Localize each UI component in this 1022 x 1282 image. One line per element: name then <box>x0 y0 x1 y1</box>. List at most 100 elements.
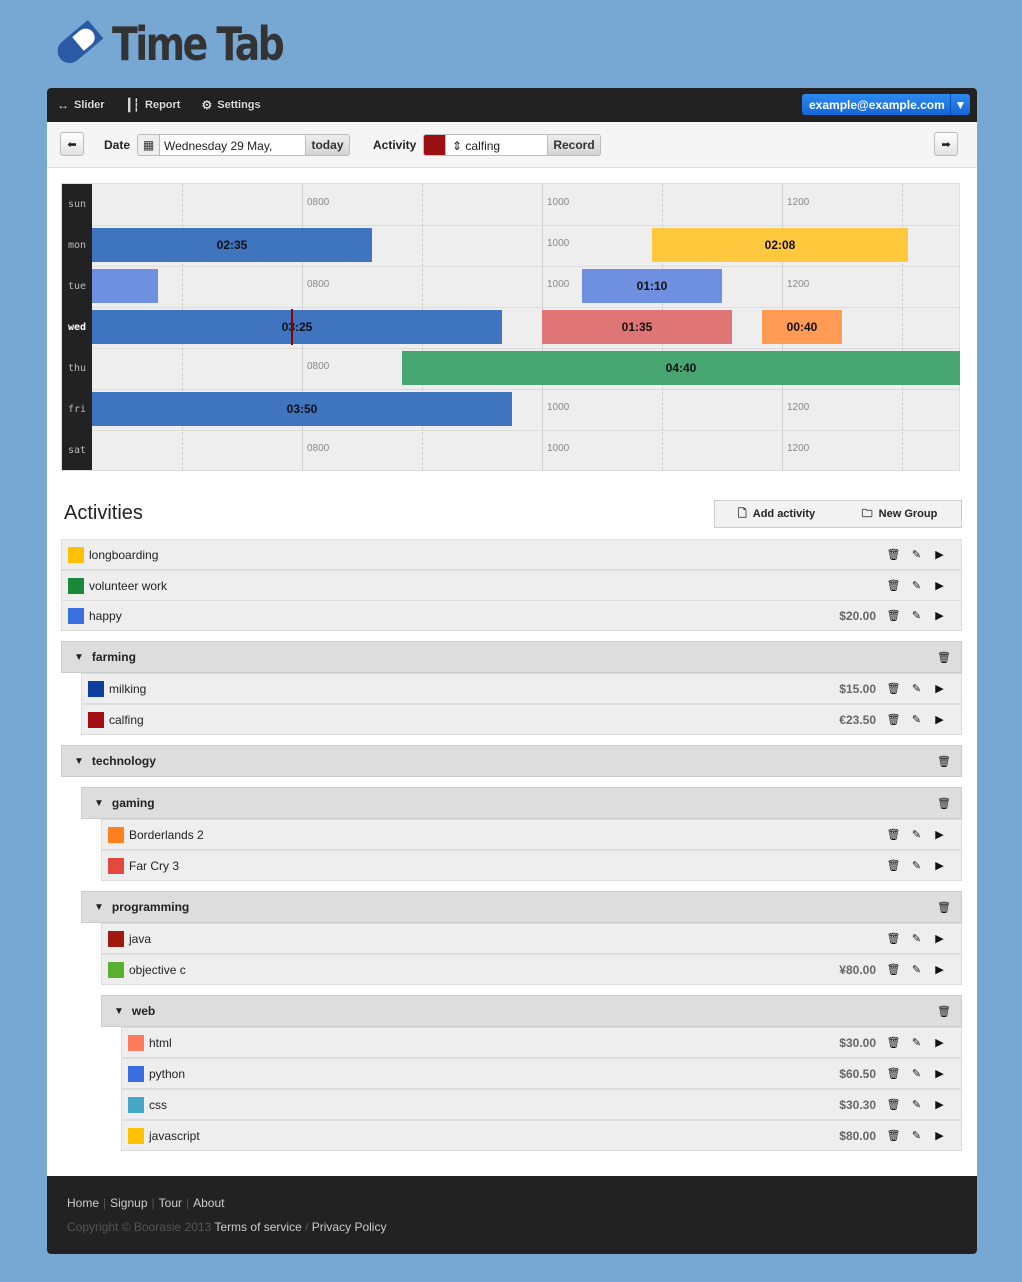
activity-group-gaming[interactable]: ▼ gaming 🗑 <box>81 787 962 819</box>
activity-color-swatch[interactable] <box>68 577 84 594</box>
footer-link-home[interactable]: Home <box>67 1196 99 1210</box>
play-icon[interactable]: ▶ <box>928 713 951 726</box>
terms-link[interactable]: Terms of service <box>214 1220 301 1234</box>
activity-color-swatch[interactable] <box>128 1096 144 1113</box>
play-icon[interactable]: ▶ <box>928 1036 951 1049</box>
trash-icon[interactable]: 🗑 <box>882 548 905 561</box>
next-week-button[interactable]: ➡ <box>934 132 958 156</box>
calendar-icon[interactable]: ▦ <box>138 135 160 155</box>
activity-item-calfing[interactable]: calfing €23.50 🗑 ✎ ▶ <box>81 704 962 735</box>
pencil-icon[interactable]: ✎ <box>905 609 928 622</box>
activity-color-swatch[interactable] <box>108 930 124 947</box>
trash-icon[interactable]: 🗑 <box>882 1036 905 1049</box>
today-button[interactable]: today <box>305 135 349 155</box>
trash-icon[interactable]: 🗑 <box>937 797 951 810</box>
activity-color-swatch[interactable] <box>68 607 84 624</box>
activity-group-programming[interactable]: ▼ programming 🗑 <box>81 891 962 923</box>
collapse-triangle-icon[interactable]: ▼ <box>74 756 84 767</box>
trash-icon[interactable]: 🗑 <box>882 963 905 976</box>
time-entry-bar[interactable]: 02:08 <box>652 228 908 262</box>
privacy-link[interactable]: Privacy Policy <box>312 1220 387 1234</box>
play-icon[interactable]: ▶ <box>928 1098 951 1111</box>
trash-icon[interactable]: 🗑 <box>882 828 905 841</box>
trash-icon[interactable]: 🗑 <box>882 1098 905 1111</box>
trash-icon[interactable]: 🗑 <box>882 859 905 872</box>
play-icon[interactable]: ▶ <box>928 609 951 622</box>
play-icon[interactable]: ▶ <box>928 932 951 945</box>
activity-color-swatch[interactable] <box>108 826 124 843</box>
activity-item-volunteer[interactable]: volunteer work 🗑 ✎ ▶ <box>61 570 962 601</box>
nav-settings[interactable]: ⚙ Settings <box>201 98 260 112</box>
activity-item-javascript[interactable]: javascript $80.00 🗑 ✎ ▶ <box>121 1120 962 1151</box>
activity-item-python[interactable]: python $60.50 🗑 ✎ ▶ <box>121 1058 962 1089</box>
play-icon[interactable]: ▶ <box>928 1129 951 1142</box>
trash-icon[interactable]: 🗑 <box>882 932 905 945</box>
add-activity-button[interactable]: 🗋 Add activity <box>715 501 838 527</box>
activity-group-web[interactable]: ▼ web 🗑 <box>101 995 962 1027</box>
footer-link-tour[interactable]: Tour <box>159 1196 182 1210</box>
pencil-icon[interactable]: ✎ <box>905 963 928 976</box>
play-icon[interactable]: ▶ <box>928 548 951 561</box>
user-menu-button[interactable]: example@example.com ▼ <box>802 94 970 115</box>
trash-icon[interactable]: 🗑 <box>882 1129 905 1142</box>
pencil-icon[interactable]: ✎ <box>905 859 928 872</box>
activity-color-swatch[interactable] <box>128 1034 144 1051</box>
pencil-icon[interactable]: ✎ <box>905 1067 928 1080</box>
play-icon[interactable]: ▶ <box>928 682 951 695</box>
time-entry-bar[interactable]: 01:35 <box>542 310 732 344</box>
date-input[interactable]: Wednesday 29 May, 2013 <box>160 135 305 155</box>
week-slider[interactable]: sun mon tue wed thu fri sat 0800 1000 1200 0800 10… <box>61 183 960 471</box>
time-entry-bar[interactable]: 01:10 <box>582 269 722 303</box>
pencil-icon[interactable]: ✎ <box>905 828 928 841</box>
play-icon[interactable]: ▶ <box>928 963 951 976</box>
activity-select[interactable]: ⇕ calfing <box>446 135 547 155</box>
collapse-triangle-icon[interactable]: ▼ <box>94 798 104 809</box>
trash-icon[interactable]: 🗑 <box>937 1005 951 1018</box>
pencil-icon[interactable]: ✎ <box>905 548 928 561</box>
activity-item-java[interactable]: java 🗑 ✎ ▶ <box>101 923 962 954</box>
activity-color-swatch[interactable] <box>88 711 104 728</box>
collapse-triangle-icon[interactable]: ▼ <box>114 1006 124 1017</box>
trash-icon[interactable]: 🗑 <box>882 1067 905 1080</box>
trash-icon[interactable]: 🗑 <box>882 682 905 695</box>
play-icon[interactable]: ▶ <box>928 859 951 872</box>
activity-item-longboarding[interactable]: longboarding 🗑 ✎ ▶ <box>61 539 962 570</box>
pencil-icon[interactable]: ✎ <box>905 713 928 726</box>
pencil-icon[interactable]: ✎ <box>905 1036 928 1049</box>
activity-group-farming[interactable]: ▼ farming 🗑 <box>61 641 962 673</box>
activity-item-milking[interactable]: milking $15.00 🗑 ✎ ▶ <box>81 673 962 704</box>
activity-item-farcry[interactable]: Far Cry 3 🗑 ✎ ▶ <box>101 850 962 881</box>
time-entry-bar[interactable]: 03:50 <box>92 392 512 426</box>
trash-icon[interactable]: 🗑 <box>937 901 951 914</box>
nav-report[interactable]: ┃┆ Report <box>126 98 181 112</box>
trash-icon[interactable]: 🗑 <box>937 651 951 664</box>
activity-color-swatch[interactable] <box>108 961 124 978</box>
trash-icon[interactable]: 🗑 <box>882 713 905 726</box>
activity-color-swatch[interactable] <box>128 1127 144 1144</box>
collapse-triangle-icon[interactable]: ▼ <box>74 652 84 663</box>
activity-color-swatch[interactable] <box>128 1065 144 1082</box>
time-entry-bar[interactable]: 00:40 <box>762 310 842 344</box>
trash-icon[interactable]: 🗑 <box>937 755 951 768</box>
play-icon[interactable]: ▶ <box>928 579 951 592</box>
play-icon[interactable]: ▶ <box>928 1067 951 1080</box>
activity-color-swatch[interactable] <box>108 857 124 874</box>
time-entry-bar[interactable] <box>92 269 158 303</box>
activity-item-borderlands[interactable]: Borderlands 2 🗑 ✎ ▶ <box>101 819 962 850</box>
trash-icon[interactable]: 🗑 <box>882 609 905 622</box>
activity-item-css[interactable]: css $30.30 🗑 ✎ ▶ <box>121 1089 962 1120</box>
activity-group-technology[interactable]: ▼ technology 🗑 <box>61 745 962 777</box>
activity-item-objc[interactable]: objective c ¥80.00 🗑 ✎ ▶ <box>101 954 962 985</box>
brand-logo[interactable]: Time Tab <box>52 17 320 71</box>
activity-item-happy[interactable]: happy $20.00 🗑 ✎ ▶ <box>61 600 962 631</box>
activity-item-html[interactable]: html $30.00 🗑 ✎ ▶ <box>121 1027 962 1058</box>
play-icon[interactable]: ▶ <box>928 828 951 841</box>
collapse-triangle-icon[interactable]: ▼ <box>94 902 104 913</box>
nav-slider[interactable]: ↔ Slider <box>57 98 105 112</box>
time-entry-bar[interactable]: 02:35 <box>92 228 372 262</box>
record-button[interactable]: Record <box>547 135 600 155</box>
activity-color-swatch[interactable] <box>424 135 446 155</box>
time-entry-bar[interactable]: 04:40 <box>402 351 960 385</box>
footer-link-about[interactable]: About <box>193 1196 224 1210</box>
pencil-icon[interactable]: ✎ <box>905 1129 928 1142</box>
